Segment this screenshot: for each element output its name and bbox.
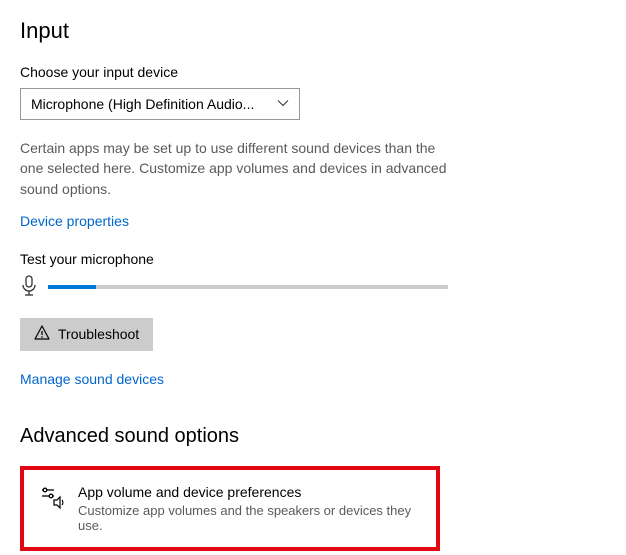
microphone-level-fill [48,285,96,289]
input-description-text: Certain apps may be set up to use differ… [20,138,450,199]
troubleshoot-button[interactable]: Troubleshoot [20,318,153,351]
device-properties-link[interactable]: Device properties [20,213,129,229]
input-section-title: Input [20,18,606,44]
app-volume-preferences-desc: Customize app volumes and the speakers o… [78,503,420,533]
input-device-dropdown[interactable]: Microphone (High Definition Audio... [20,88,300,120]
test-microphone-label: Test your microphone [20,251,606,267]
input-device-selected-text: Microphone (High Definition Audio... [31,96,254,112]
warning-icon [34,325,50,344]
manage-sound-devices-link[interactable]: Manage sound devices [20,371,164,387]
app-volume-preferences-item[interactable]: App volume and device preferences Custom… [20,466,440,551]
advanced-sound-options-title: Advanced sound options [20,425,606,448]
choose-input-device-label: Choose your input device [20,64,606,80]
microphone-icon [20,275,38,300]
microphone-level-bar [48,285,448,289]
microphone-level-row [20,275,606,300]
sliders-speaker-icon [40,486,64,513]
app-volume-preferences-title: App volume and device preferences [78,484,420,500]
chevron-down-icon [277,96,289,112]
troubleshoot-label: Troubleshoot [58,326,139,342]
